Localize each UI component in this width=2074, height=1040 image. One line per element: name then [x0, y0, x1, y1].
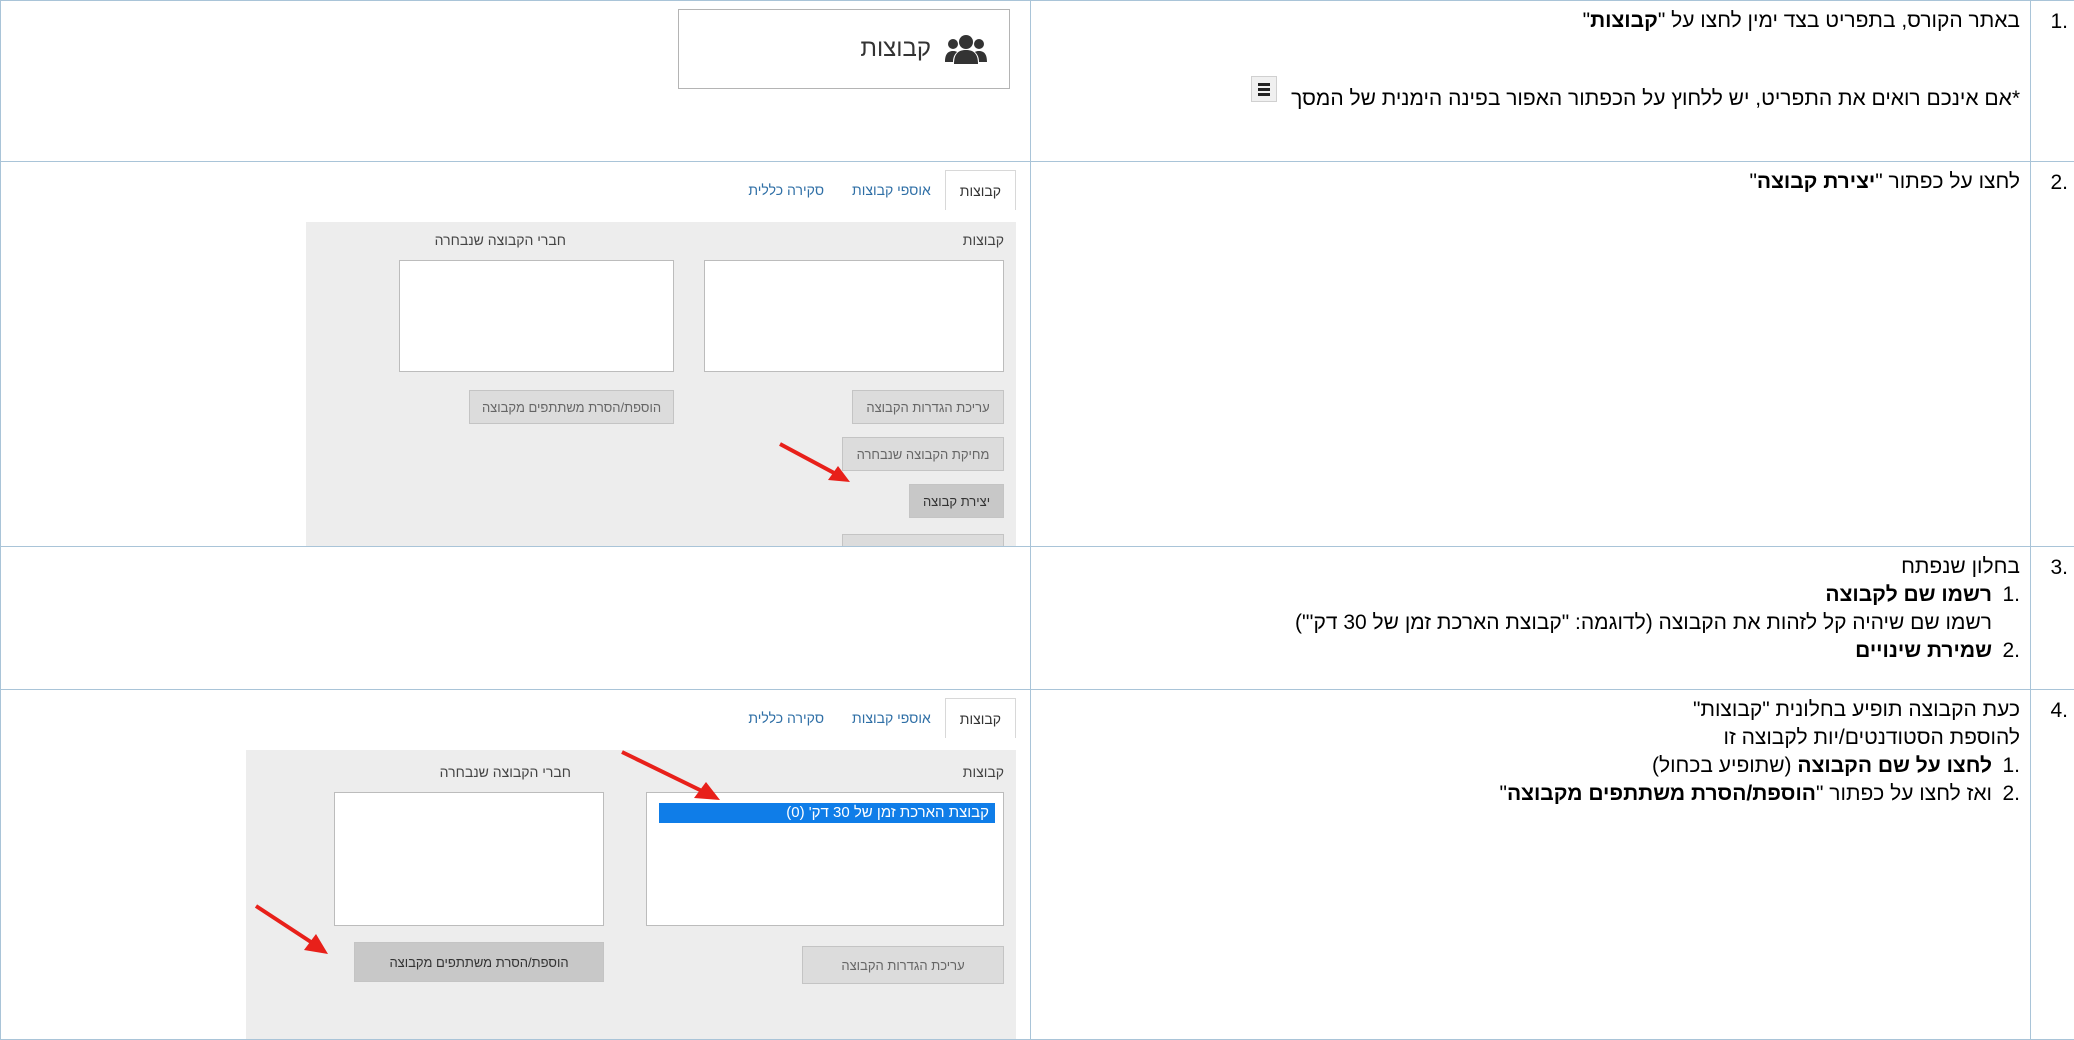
groups-list-label: קבוצות [963, 764, 1004, 780]
step-line: להוספת הסטודנטים/יות לקבוצה זו [1041, 724, 2020, 752]
members-listbox[interactable] [334, 792, 604, 926]
arrow-icon [252, 902, 332, 962]
members-listbox[interactable] [399, 260, 674, 372]
sub-step: .2ואז לחצו על כפתור "הוספת/הסרת משתתפים … [1041, 780, 2020, 808]
add-remove-users-button[interactable]: הוספת/הסרת משתתפים מקבוצה [354, 942, 604, 982]
edit-group-settings-button[interactable]: עריכת הגדרות הקבוצה [802, 946, 1004, 984]
hamburger-menu-icon[interactable] [1251, 76, 1277, 102]
step-line: בחלון שנפתח [1041, 553, 2020, 581]
next-button-partial [842, 534, 1004, 547]
groups-list-label: קבוצות [963, 232, 1004, 248]
groups-page-screenshot: קבוצות אוספי קבוצות סקירה כללית קבוצות ח… [306, 162, 1016, 547]
step-number: .4 [2031, 690, 2074, 724]
tab-groupings[interactable]: אוספי קבוצות [838, 170, 945, 210]
groups-listbox[interactable]: קבוצת הארכת זמן של 30 דק' (0) [646, 792, 1004, 926]
edit-group-settings-button[interactable]: עריכת הגדרות הקבוצה [852, 390, 1004, 424]
tab-overview[interactable]: סקירה כללית [734, 170, 838, 210]
instructions-table: .1 באתר הקורס, בתפריט בצד ימין לחצו על "… [0, 0, 2074, 1040]
step-image-1: קבוצות [1, 1, 1031, 162]
groups-panel: קבוצות חברי הקבוצה שנבחרה עריכת הגדרות ה… [306, 222, 1016, 547]
step-text: לחצו על כפתור "יצירת קבוצה" [1031, 162, 2030, 196]
step-row-1: .1 באתר הקורס, בתפריט בצד ימין לחצו על "… [1, 1, 2074, 162]
sub-step-description: רשמו שם שיהיה קל לזהות את הקבוצה (לדוגמה… [1041, 609, 2020, 637]
tab-groups[interactable]: קבוצות [945, 698, 1016, 738]
members-list-label: חברי הקבוצה שנבחרה [435, 232, 566, 248]
tab-overview[interactable]: סקירה כללית [734, 698, 838, 738]
step-row-2: .2 לחצו על כפתור "יצירת קבוצה" קבוצות או… [1, 162, 2074, 547]
step-line: באתר הקורס, בתפריט בצד ימין לחצו על "קבו… [1041, 7, 2020, 35]
step-image-2: קבוצות אוספי קבוצות סקירה כללית קבוצות ח… [1, 162, 1031, 547]
step-row-3: .3 בחלון שנפתח .1רשמו שם לקבוצה רשמו שם … [1, 547, 2074, 690]
step-row-4: .4 כעת הקבוצה תופיע בחלונית "קבוצות" להו… [1, 690, 2074, 1040]
selected-group-item[interactable]: קבוצת הארכת זמן של 30 דק' (0) [659, 803, 995, 823]
groups-listbox[interactable] [704, 260, 1004, 372]
delete-group-button[interactable]: מחיקת הקבוצה שנבחרה [842, 437, 1004, 471]
sub-step: .1רשמו שם לקבוצה [1041, 581, 2020, 609]
users-icon [945, 33, 987, 65]
step-text: בחלון שנפתח .1רשמו שם לקבוצה רשמו שם שיה… [1031, 547, 2030, 665]
tabs-bar: קבוצות אוספי קבוצות סקירה כללית [734, 162, 1016, 210]
step-text: כעת הקבוצה תופיע בחלונית "קבוצות" להוספת… [1031, 690, 2030, 808]
members-list-label: חברי הקבוצה שנבחרה [440, 764, 571, 780]
tab-groups[interactable]: קבוצות [945, 170, 1016, 210]
step-number: .2 [2031, 162, 2074, 196]
sub-step: .2שמירת שינויים [1041, 637, 2020, 665]
step-number: .3 [2031, 547, 2074, 581]
add-remove-users-button[interactable]: הוספת/הסרת משתתפים מקבוצה [469, 390, 674, 424]
groups-label: קבוצות [860, 35, 931, 63]
groups-page-screenshot: קבוצות אוספי קבוצות סקירה כללית קבוצות ח… [246, 690, 1016, 1040]
tabs-bar: קבוצות אוספי קבוצות סקירה כללית [734, 690, 1016, 738]
step-number: .1 [2031, 1, 2074, 35]
step-text: באתר הקורס, בתפריט בצד ימין לחצו על "קבו… [1031, 1, 2030, 113]
groups-panel: קבוצות חברי הקבוצה שנבחרה קבוצת הארכת זמ… [246, 750, 1016, 1040]
tab-groupings[interactable]: אוספי קבוצות [838, 698, 945, 738]
groups-menu-item[interactable]: קבוצות [678, 9, 1010, 89]
sub-step: .1לחצו על שם הקבוצה (שתופיע בכחול) [1041, 752, 2020, 780]
step-image-4: קבוצות אוספי קבוצות סקירה כללית קבוצות ח… [1, 690, 1031, 1040]
step-note: *אם אינכם רואים את התפריט, יש ללחוץ על ה… [1041, 85, 2020, 113]
step-line: כעת הקבוצה תופיע בחלונית "קבוצות" [1041, 696, 2020, 724]
step-line: לחצו על כפתור "יצירת קבוצה" [1041, 168, 2020, 196]
create-group-button[interactable]: יצירת קבוצה [909, 484, 1004, 518]
